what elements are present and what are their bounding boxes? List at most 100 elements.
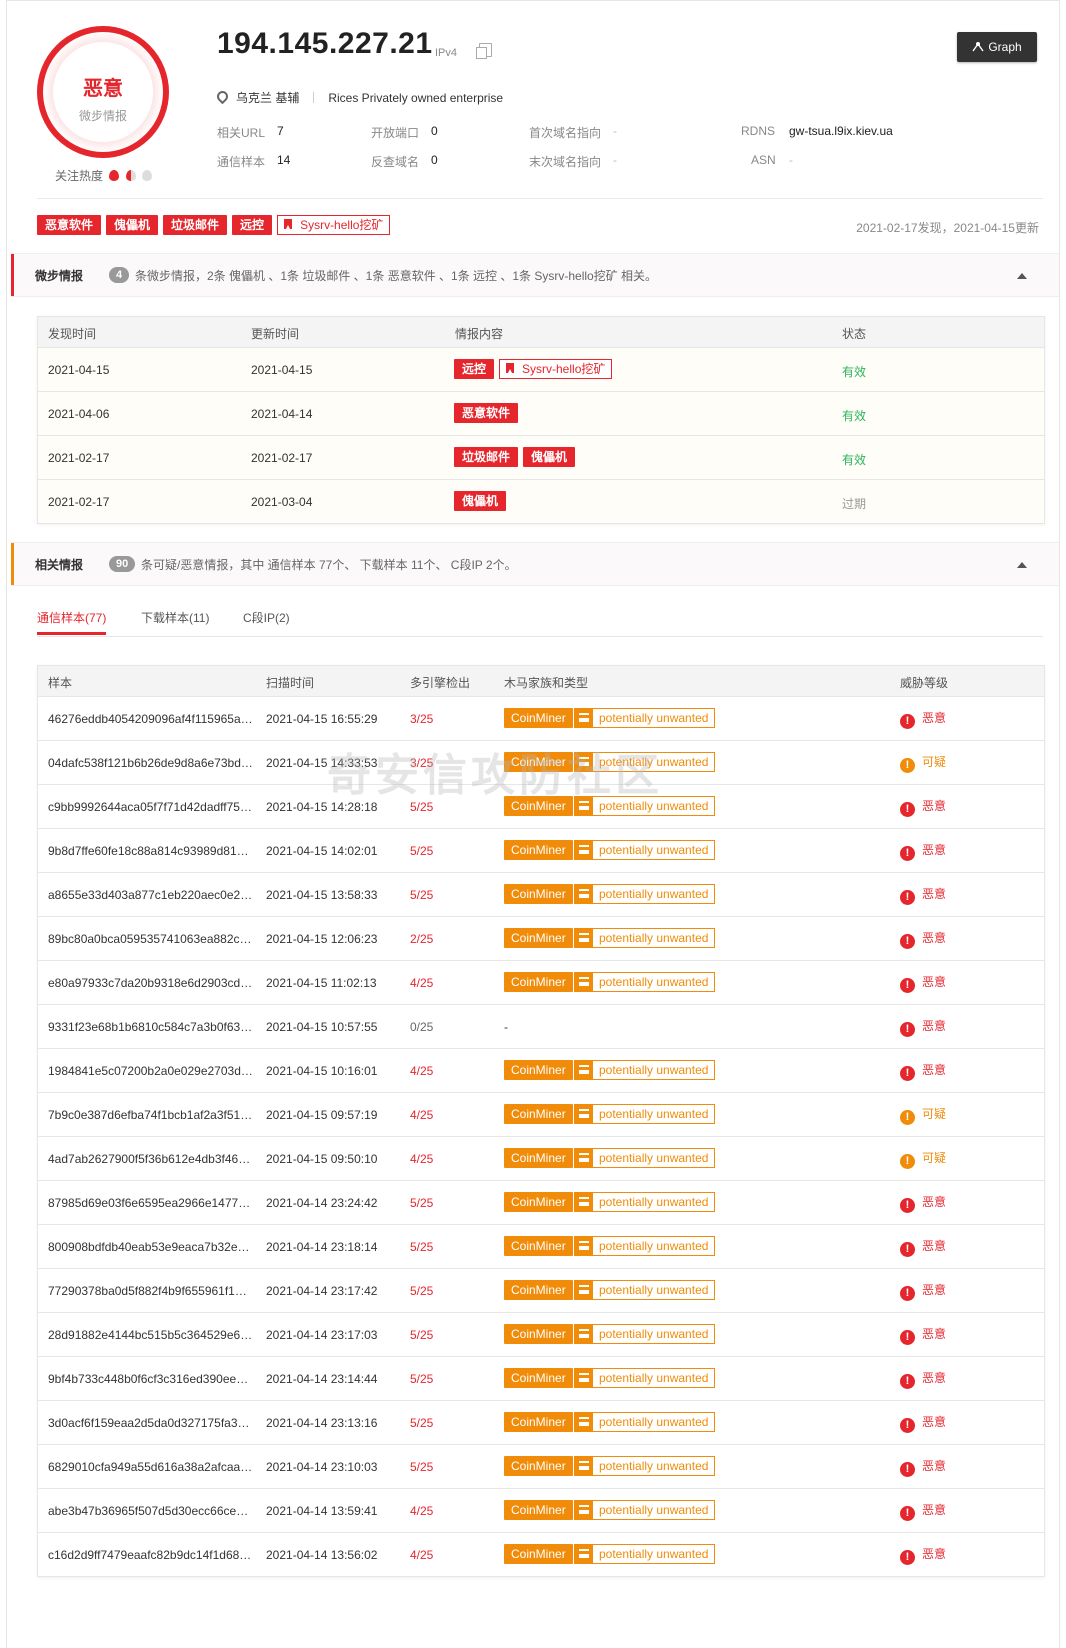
info-key: ASN bbox=[751, 153, 776, 167]
sample-hash[interactable]: 89bc80a0bca059535741063ea882c1... bbox=[48, 932, 253, 946]
collapse-caret-icon[interactable] bbox=[1017, 562, 1027, 568]
info-value[interactable]: 0 bbox=[431, 153, 438, 167]
table-row: 9331f23e68b1b6810c584c7a3b0f636... 2021-0… bbox=[38, 1004, 1044, 1048]
tag-remote-control[interactable]: 远控 bbox=[454, 359, 495, 379]
sample-hash[interactable]: 800908bdfdb40eab53e9eaca7b32ed5... bbox=[48, 1240, 253, 1254]
family-tag[interactable]: CoinMiner bbox=[504, 1500, 573, 1520]
tag-botnet[interactable]: 傀儡机 bbox=[106, 215, 159, 235]
family-tag[interactable]: CoinMiner bbox=[504, 928, 573, 948]
detection-ratio: 4/25 bbox=[410, 1504, 434, 1518]
sample-hash[interactable]: abe3b47b36965f507d5d30ecc66cea0... bbox=[48, 1504, 253, 1518]
tab-download-samples[interactable]: 下载样本(11) bbox=[141, 609, 209, 626]
layers-icon bbox=[575, 709, 593, 727]
family-tag[interactable]: CoinMiner bbox=[504, 1148, 573, 1168]
type-tag[interactable]: potentially unwanted bbox=[574, 1368, 716, 1388]
type-tag[interactable]: potentially unwanted bbox=[574, 1060, 716, 1080]
tag-spam[interactable]: 垃圾邮件 bbox=[163, 215, 228, 235]
sample-hash[interactable]: 9331f23e68b1b6810c584c7a3b0f636... bbox=[48, 1020, 253, 1034]
tab-c-segment-ip[interactable]: C段IP(2) bbox=[243, 609, 290, 626]
samples-table-body: 46276eddb4054209096af4f115965ae... 2021-0… bbox=[38, 696, 1044, 1576]
family-tag[interactable]: CoinMiner bbox=[504, 1192, 573, 1212]
sample-hash[interactable]: e80a97933c7da20b9318e6d2903cdf4... bbox=[48, 976, 253, 990]
type-tag[interactable]: potentially unwanted bbox=[574, 1236, 716, 1256]
info-value[interactable]: 7 bbox=[277, 124, 284, 138]
type-tag[interactable]: potentially unwanted bbox=[574, 972, 716, 992]
family-tag[interactable]: CoinMiner bbox=[504, 1324, 573, 1344]
info-value[interactable]: 14 bbox=[277, 153, 290, 167]
sample-hash[interactable]: 9b8d7ffe60fe18c88a814c93989d81d6... bbox=[48, 844, 253, 858]
type-tag[interactable]: potentially unwanted bbox=[574, 884, 716, 904]
sample-hash[interactable]: 77290378ba0d5f882f4b9f655961f19a... bbox=[48, 1284, 253, 1298]
sample-hash[interactable]: 6829010cfa949a55d616a38a2afcaa6... bbox=[48, 1460, 253, 1474]
threat-level-label: 可疑 bbox=[922, 1151, 947, 1165]
section-threatbook-intel[interactable]: 微步情报 4 条微步情报，2条 傀儡机 、1条 垃圾邮件 、1条 恶意软件 、1… bbox=[11, 253, 1059, 297]
tag-spam[interactable]: 垃圾邮件 bbox=[454, 447, 519, 467]
scan-time: 2021-04-15 10:16:01 bbox=[266, 1064, 378, 1078]
type-tag[interactable]: potentially unwanted bbox=[574, 1456, 716, 1476]
threat-level: ! 恶意 bbox=[900, 929, 946, 949]
type-tag[interactable]: potentially unwanted bbox=[574, 1412, 716, 1432]
alert-icon: ! bbox=[900, 978, 915, 993]
tag-remote-control[interactable]: 远控 bbox=[232, 215, 273, 235]
tag-sysrv-mining[interactable]: Sysrv-hello挖矿 bbox=[499, 359, 613, 379]
family-tag[interactable]: CoinMiner bbox=[504, 840, 573, 860]
tag-botnet[interactable]: 傀儡机 bbox=[454, 491, 507, 511]
type-tag[interactable]: potentially unwanted bbox=[574, 1280, 716, 1300]
sample-hash[interactable]: 04dafc538f121b6b26de9d8a6e73bd8... bbox=[48, 756, 253, 770]
family-tag[interactable]: CoinMiner bbox=[504, 708, 573, 728]
sample-hash[interactable]: 3d0acf6f159eaa2d5da0d327175fa3c6... bbox=[48, 1416, 253, 1430]
tag-malware[interactable]: 恶意软件 bbox=[37, 215, 102, 235]
type-tag[interactable]: potentially unwanted bbox=[574, 1104, 716, 1124]
detection-ratio: 5/25 bbox=[410, 800, 434, 814]
family-tag[interactable]: CoinMiner bbox=[504, 884, 573, 904]
collapse-caret-icon[interactable] bbox=[1017, 273, 1027, 279]
family-tag[interactable]: CoinMiner bbox=[504, 972, 573, 992]
sample-hash[interactable]: c16d2d9ff7479eaafc82b9dc14f1d688... bbox=[48, 1548, 253, 1562]
family-tag[interactable]: CoinMiner bbox=[504, 1412, 573, 1432]
copy-icon[interactable] bbox=[476, 43, 492, 59]
family-tag[interactable]: CoinMiner bbox=[504, 1104, 573, 1124]
type-tag[interactable]: potentially unwanted bbox=[574, 1544, 716, 1564]
family-tag[interactable]: CoinMiner bbox=[504, 752, 573, 772]
sample-hash[interactable]: 28d91882e4144bc515b5c364529e68f... bbox=[48, 1328, 253, 1342]
type-tag[interactable]: potentially unwanted bbox=[574, 752, 716, 772]
type-tag[interactable]: potentially unwanted bbox=[574, 1324, 716, 1344]
threat-level: ! 恶意 bbox=[900, 1457, 946, 1477]
sample-hash[interactable]: 7b9c0e387d6efba74f1bcb1af2a3f51a... bbox=[48, 1108, 253, 1122]
info-value: - bbox=[613, 124, 617, 138]
graph-button-label: Graph bbox=[988, 40, 1022, 54]
sample-hash[interactable]: 87985d69e03f6e6595ea2966e1477a0... bbox=[48, 1196, 253, 1210]
family-tag[interactable]: CoinMiner bbox=[504, 1236, 573, 1256]
sample-hash[interactable]: 1984841e5c07200b2a0e029e2703da... bbox=[48, 1064, 253, 1078]
type-tag[interactable]: potentially unwanted bbox=[574, 796, 716, 816]
section-related-intel[interactable]: 相关情报 90 条可疑/恶意情报，其中 通信样本 77个、 下载样本 11个、 … bbox=[11, 542, 1059, 586]
sample-hash[interactable]: 9bf4b733c448b0f6cf3c316ed390ee6a... bbox=[48, 1372, 253, 1386]
family-tag[interactable]: CoinMiner bbox=[504, 1368, 573, 1388]
family-tag[interactable]: CoinMiner bbox=[504, 1544, 573, 1564]
family-tag[interactable]: CoinMiner bbox=[504, 1456, 573, 1476]
family-tag[interactable]: CoinMiner bbox=[504, 1280, 573, 1300]
tab-comm-samples[interactable]: 通信样本(77) bbox=[37, 609, 107, 635]
info-value[interactable]: 0 bbox=[431, 124, 438, 138]
layers-icon bbox=[575, 973, 593, 991]
type-tag[interactable]: potentially unwanted bbox=[574, 928, 716, 948]
family-tag[interactable]: CoinMiner bbox=[504, 796, 573, 816]
sample-hash[interactable]: 4ad7ab2627900f5f36b612e4db3f46c8... bbox=[48, 1152, 253, 1166]
sample-hash[interactable]: c9bb9992644aca05f7f71d42dadff758... bbox=[48, 800, 253, 814]
type-tag[interactable]: potentially unwanted bbox=[574, 840, 716, 860]
type-tag[interactable]: potentially unwanted bbox=[574, 1148, 716, 1168]
sample-hash[interactable]: a8655e33d403a877c1eb220aec0e28... bbox=[48, 888, 253, 902]
graph-button[interactable]: Graph bbox=[957, 32, 1037, 62]
tag-botnet[interactable]: 傀儡机 bbox=[523, 447, 576, 467]
type-tag[interactable]: potentially unwanted bbox=[574, 708, 716, 728]
col-status: 状态 bbox=[842, 327, 867, 341]
status-valid: 有效 bbox=[842, 365, 867, 379]
tag-malware[interactable]: 恶意软件 bbox=[454, 403, 519, 423]
scan-time: 2021-04-14 23:24:42 bbox=[266, 1196, 378, 1210]
tag-sysrv-mining[interactable]: Sysrv-hello挖矿 bbox=[277, 215, 391, 235]
sample-hash[interactable]: 46276eddb4054209096af4f115965ae... bbox=[48, 712, 253, 726]
type-tag[interactable]: potentially unwanted bbox=[574, 1192, 716, 1212]
family-tag[interactable]: CoinMiner bbox=[504, 1060, 573, 1080]
alert-icon: ! bbox=[900, 714, 915, 729]
type-tag[interactable]: potentially unwanted bbox=[574, 1500, 716, 1520]
